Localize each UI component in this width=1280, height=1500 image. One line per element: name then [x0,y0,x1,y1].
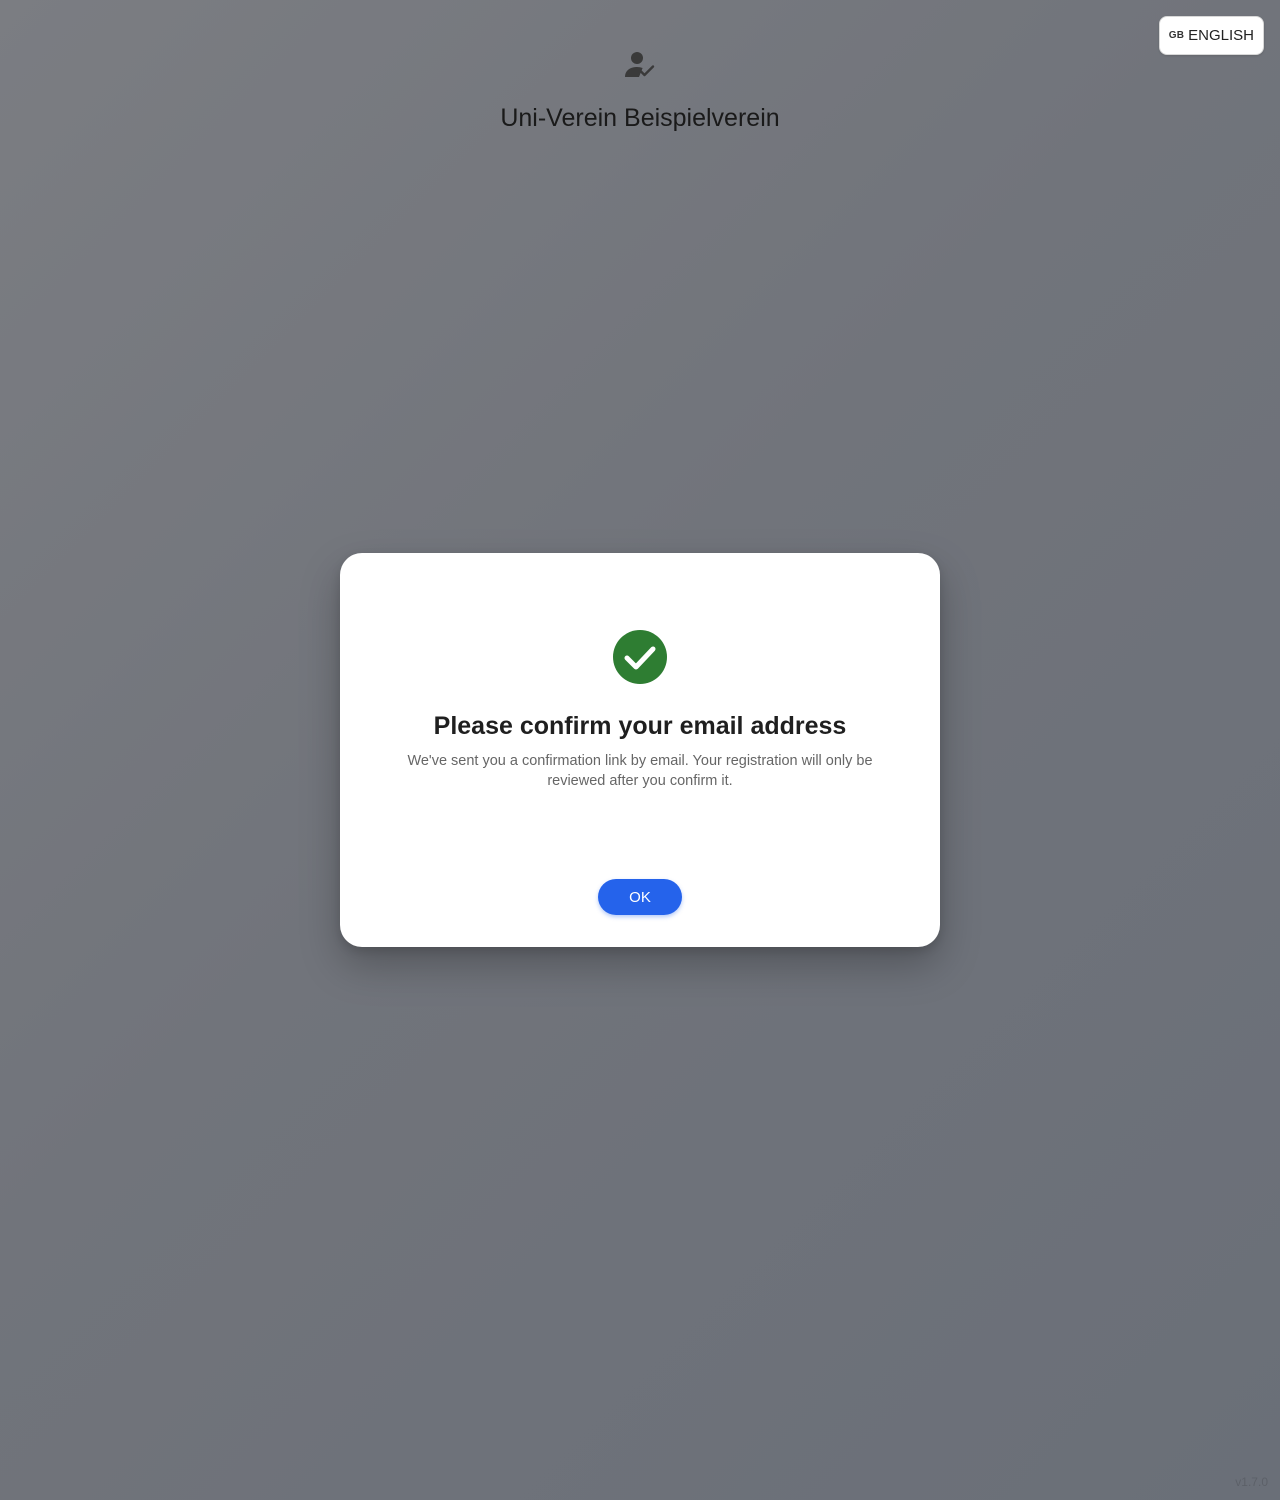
language-label: ENGLISH [1188,27,1254,44]
check-circle-icon [612,629,668,685]
gb-flag-icon: GB [1168,30,1185,41]
dialog-title: Please confirm your email address [433,712,847,740]
email-confirmation-dialog: Please confirm your email address We've … [340,553,940,947]
page-header: Uni-Verein Beispielverein [0,50,1280,133]
dialog-message: We've sent you a confirmation link by em… [407,753,873,789]
user-check-icon [623,50,657,80]
ok-button[interactable]: OK [598,879,682,915]
app-version: v1.7.0 [1235,1475,1268,1489]
organization-title: Uni-Verein Beispielverein [500,104,780,132]
